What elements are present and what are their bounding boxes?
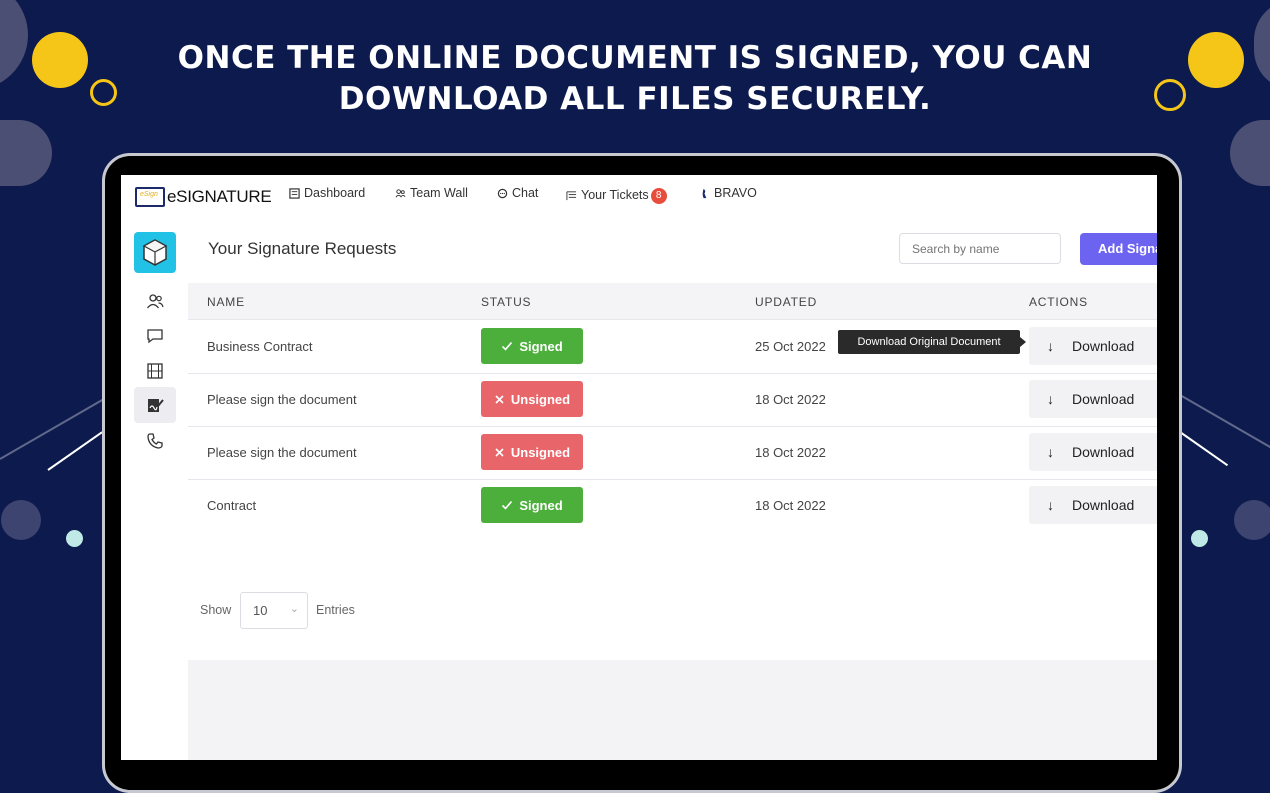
download-button[interactable]: ↓ Download (1029, 327, 1157, 365)
download-arrow-icon: ↓ (1047, 444, 1054, 460)
table-header: NAME STATUS UPDATED ACTIONS (188, 283, 1157, 320)
team-icon (395, 188, 406, 199)
download-arrow-icon: ↓ (1047, 497, 1054, 513)
main-panel: Your Signature Requests Add Signature NA… (188, 217, 1157, 660)
sidebar-item-calls[interactable] (134, 423, 176, 459)
header-actions: ACTIONS (1029, 295, 1088, 309)
table-row: Contract Signed 18 Oct 2022 ↓ Download (188, 479, 1157, 532)
phone-icon (146, 432, 164, 450)
download-arrow-icon: ↓ (1047, 338, 1054, 354)
chevron-down-icon: ⌄ (290, 602, 299, 615)
download-tooltip: Download Original Document (838, 330, 1020, 354)
nav-chat-label: Chat (512, 186, 538, 200)
cube-logo-icon (134, 232, 176, 273)
tickets-icon (566, 190, 577, 201)
updated-date: 25 Oct 2022 (755, 339, 826, 354)
document-name: Please sign the document (207, 445, 357, 460)
app-screen: eSign eSIGNATURE Dashboard Team Wall Cha… (121, 175, 1157, 760)
headline-line-1: ONCE THE ONLINE DOCUMENT IS SIGNED, YOU … (0, 38, 1270, 79)
check-icon (501, 340, 513, 352)
header-name[interactable]: NAME (207, 295, 245, 309)
document-name: Please sign the document (207, 392, 357, 407)
sidebar-item-signatures[interactable] (134, 387, 176, 423)
decor-mint-dot-right (1191, 530, 1208, 547)
users-icon (146, 292, 164, 310)
nav-user-bravo[interactable]: BRAVO (699, 186, 757, 200)
entries-label: Entries (316, 603, 355, 617)
cross-icon (494, 394, 505, 405)
decor-line-left (47, 431, 102, 470)
film-icon (146, 362, 164, 380)
status-badge: Unsigned (481, 434, 583, 470)
download-label: Download (1072, 338, 1134, 354)
decor-gray-pill-right (1230, 120, 1270, 186)
download-button[interactable]: ↓ Download (1029, 433, 1157, 471)
header-status[interactable]: STATUS (481, 295, 531, 309)
status-badge: Signed (481, 328, 583, 364)
workspace-logo[interactable] (134, 232, 176, 273)
entries-select[interactable]: 10 ⌄ (240, 592, 308, 629)
table-row: Please sign the document Unsigned 18 Oct… (188, 426, 1157, 480)
download-arrow-icon: ↓ (1047, 391, 1054, 407)
table-row: Business Contract Signed 25 Oct 2022 Dow… (188, 320, 1157, 374)
search-input[interactable] (899, 233, 1061, 264)
nav-your-tickets-label: Your Tickets (581, 188, 649, 202)
updated-date: 18 Oct 2022 (755, 498, 826, 513)
download-button[interactable]: ↓ Download (1029, 486, 1157, 524)
status-label: Unsigned (511, 392, 570, 407)
cross-icon (494, 447, 505, 458)
entries-value: 10 (253, 603, 267, 618)
decor-gray-dot-left (1, 500, 41, 540)
add-signature-button[interactable]: Add Signature (1080, 233, 1157, 265)
nav-team-wall[interactable]: Team Wall (395, 186, 468, 200)
signature-icon (146, 396, 164, 414)
logo-text: eSIGNATURE (167, 187, 271, 207)
decor-gray-dot-right (1234, 500, 1270, 540)
download-label: Download (1072, 444, 1134, 460)
sidebar-item-media[interactable] (134, 353, 176, 389)
nav-dashboard-label: Dashboard (304, 186, 365, 200)
decor-gray-pill-left (0, 120, 52, 186)
document-name: Business Contract (207, 339, 313, 354)
nav-user-label: BRAVO (714, 186, 757, 200)
download-button[interactable]: ↓ Download (1029, 380, 1157, 418)
download-label: Download (1072, 391, 1134, 407)
status-label: Signed (519, 339, 562, 354)
sidebar (121, 217, 188, 760)
nav-chat[interactable]: Chat (497, 186, 538, 200)
chat-icon (497, 188, 508, 199)
chat-bubble-icon (146, 327, 164, 345)
status-badge: Unsigned (481, 381, 583, 417)
nav-your-tickets[interactable]: Your Tickets 8 (566, 186, 667, 204)
check-icon (501, 499, 513, 511)
updated-date: 18 Oct 2022 (755, 392, 826, 407)
status-badge: Signed (481, 487, 583, 523)
sidebar-item-messages[interactable] (134, 318, 176, 354)
page-title: Your Signature Requests (208, 239, 396, 259)
app-logo[interactable]: eSign eSIGNATURE (135, 186, 271, 208)
decor-line-right (1179, 431, 1228, 466)
headline: ONCE THE ONLINE DOCUMENT IS SIGNED, YOU … (0, 38, 1270, 120)
table-row: Please sign the document Unsigned 18 Oct… (188, 373, 1157, 427)
updated-date: 18 Oct 2022 (755, 445, 826, 460)
status-label: Unsigned (511, 445, 570, 460)
nav-dashboard[interactable]: Dashboard (289, 186, 365, 200)
nav-team-wall-label: Team Wall (410, 186, 468, 200)
status-label: Signed (519, 498, 562, 513)
download-label: Download (1072, 497, 1134, 513)
show-label: Show (200, 603, 231, 617)
header-updated[interactable]: UPDATED (755, 295, 817, 309)
user-icon (699, 188, 710, 199)
document-name: Contract (207, 498, 256, 513)
tickets-count-badge: 8 (651, 188, 667, 204)
sidebar-item-users[interactable] (134, 283, 176, 319)
decor-mint-dot-left (66, 530, 83, 547)
top-navbar: eSign eSIGNATURE Dashboard Team Wall Cha… (121, 175, 1157, 217)
dashboard-icon (289, 188, 300, 199)
logo-mark: eSign (135, 187, 165, 207)
decor-line-left-faint (0, 398, 104, 460)
headline-line-2: DOWNLOAD ALL FILES SECURELY. (0, 79, 1270, 120)
